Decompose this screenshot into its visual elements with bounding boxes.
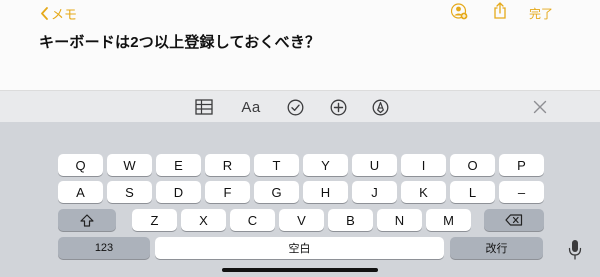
key-u[interactable]: U	[352, 154, 397, 176]
add-icon[interactable]	[328, 97, 348, 117]
shift-icon	[80, 213, 94, 227]
delete-key[interactable]	[484, 209, 544, 231]
key-dash[interactable]: –	[499, 181, 544, 203]
note-title[interactable]: キーボードは2つ以上登録しておくべき？	[39, 31, 320, 52]
key-e[interactable]: E	[156, 154, 201, 176]
shift-key[interactable]	[58, 209, 116, 231]
key-s[interactable]: S	[107, 181, 152, 203]
key-v[interactable]: V	[279, 209, 324, 231]
space-key[interactable]: 空白	[155, 237, 444, 259]
key-r[interactable]: R	[205, 154, 250, 176]
checklist-icon[interactable]	[285, 97, 305, 117]
back-button-label: メモ	[51, 7, 78, 22]
note-editor: メモ 完了 キーボードは2つ以上登録しておくべき？	[0, 0, 600, 90]
key-j[interactable]: J	[352, 181, 397, 203]
table-icon[interactable]	[194, 97, 214, 117]
back-button[interactable]: メモ	[40, 4, 77, 23]
key-y[interactable]: Y	[303, 154, 348, 176]
chevron-left-icon	[41, 7, 48, 20]
key-h[interactable]: H	[303, 181, 348, 203]
key-w[interactable]: W	[107, 154, 152, 176]
key-b[interactable]: B	[328, 209, 373, 231]
key-g[interactable]: G	[254, 181, 299, 203]
key-k[interactable]: K	[401, 181, 446, 203]
key-z[interactable]: Z	[132, 209, 177, 231]
text-format-label: Aa	[241, 98, 261, 116]
home-indicator[interactable]	[222, 268, 378, 272]
key-q[interactable]: Q	[58, 154, 103, 176]
text-format-button[interactable]: Aa	[238, 97, 264, 117]
numbers-key[interactable]: 123	[58, 237, 150, 259]
done-button[interactable]: 完了	[529, 5, 553, 22]
key-i[interactable]: I	[401, 154, 446, 176]
format-toolbar: Aa	[0, 90, 600, 122]
key-x[interactable]: X	[181, 209, 226, 231]
key-o[interactable]: O	[450, 154, 495, 176]
key-a[interactable]: A	[58, 181, 103, 203]
add-people-icon[interactable]	[451, 3, 468, 20]
close-icon[interactable]	[530, 97, 550, 117]
share-icon[interactable]	[493, 2, 507, 19]
microphone-icon[interactable]	[567, 239, 583, 261]
markup-icon[interactable]	[370, 97, 390, 117]
key-n[interactable]: N	[377, 209, 422, 231]
delete-icon	[505, 214, 523, 226]
key-c[interactable]: C	[230, 209, 275, 231]
key-d[interactable]: D	[156, 181, 201, 203]
return-key[interactable]: 改行	[450, 237, 543, 259]
key-m[interactable]: M	[426, 209, 471, 231]
key-p[interactable]: P	[499, 154, 544, 176]
key-f[interactable]: F	[205, 181, 250, 203]
keyboard: Q W E R T Y U I O P A S D F G H J K L – …	[0, 122, 600, 277]
key-t[interactable]: T	[254, 154, 299, 176]
key-l[interactable]: L	[450, 181, 495, 203]
